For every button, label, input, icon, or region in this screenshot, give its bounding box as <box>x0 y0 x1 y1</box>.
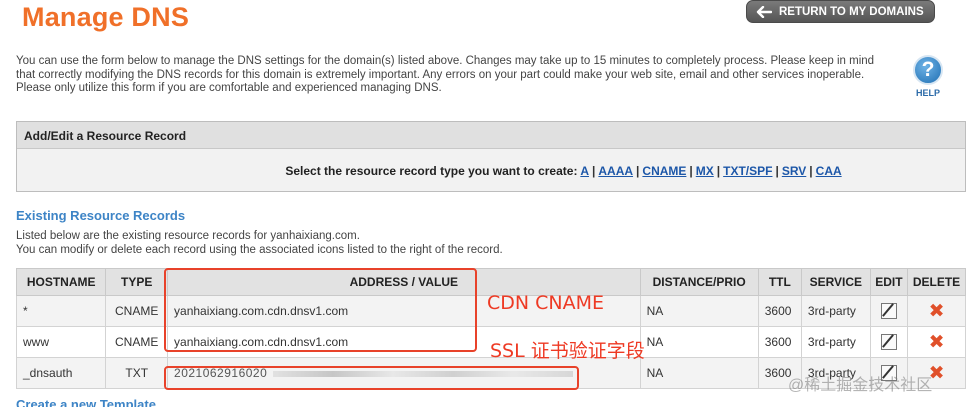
record-type-mx-link[interactable]: MX <box>696 164 714 178</box>
col-distance: DISTANCE/PRIO <box>639 268 759 296</box>
col-type: TYPE <box>105 268 169 296</box>
edit-pencil-icon[interactable] <box>880 334 897 350</box>
help-label: HELP <box>915 88 940 98</box>
record-type-txt-link[interactable]: TXT/SPF <box>723 164 772 178</box>
return-to-domains-button[interactable]: RETURN TO MY DOMAINS <box>746 0 935 23</box>
cell-service: 3rd-party <box>800 326 871 358</box>
existing-line-2: You can modify or delete each record usi… <box>16 244 503 256</box>
delete-cell: ✖ <box>907 326 966 358</box>
existing-line-1: Listed below are the existing resource r… <box>16 230 360 242</box>
watermark: @稀土掘金技术社区 <box>788 377 933 394</box>
annotation-box-cdn <box>164 268 477 352</box>
cell-type: CNAME <box>105 295 169 327</box>
arrow-left-icon <box>756 5 772 18</box>
record-type-prompt: Select the resource record type you want… <box>285 164 578 178</box>
help-button[interactable]: ? HELP <box>909 55 947 98</box>
annotation-box-ssl <box>164 366 579 390</box>
add-record-panel: Add/Edit a Resource Record Select the re… <box>16 121 966 192</box>
delete-x-icon[interactable]: ✖ <box>929 301 945 322</box>
page-title: Manage DNS <box>22 2 190 32</box>
record-type-selector: Select the resource record type you want… <box>285 164 842 178</box>
edit-cell <box>869 326 909 358</box>
record-type-a-link[interactable]: A <box>580 164 589 178</box>
record-type-caa-link[interactable]: CAA <box>816 164 842 178</box>
cell-type: TXT <box>105 357 169 389</box>
add-record-heading: Add/Edit a Resource Record <box>17 122 965 149</box>
create-template-title: Create a new Template <box>16 399 156 407</box>
record-type-cname-link[interactable]: CNAME <box>642 164 686 178</box>
cell-type: CNAME <box>105 326 169 358</box>
cell-ttl: 3600 <box>757 295 802 327</box>
annotation-cdn-cname: CDN CNAME <box>487 292 605 314</box>
col-hostname: HOSTNAME <box>15 268 107 296</box>
col-ttl: TTL <box>757 268 802 296</box>
cell-hostname: www <box>15 326 107 358</box>
col-edit: EDIT <box>869 268 909 296</box>
cell-service: 3rd-party <box>800 295 871 327</box>
cell-ttl: 3600 <box>757 326 802 358</box>
cell-prio: NA <box>639 326 759 358</box>
col-delete: DELETE <box>907 268 966 296</box>
annotation-ssl-field: SSL 证书验证字段 <box>490 340 645 362</box>
edit-cell <box>869 295 909 327</box>
cell-prio: NA <box>639 295 759 327</box>
record-type-srv-link[interactable]: SRV <box>782 164 806 178</box>
cell-hostname: * <box>15 295 107 327</box>
col-service: SERVICE <box>800 268 871 296</box>
question-mark-icon: ? <box>913 55 943 85</box>
cell-hostname: _dnsauth <box>15 357 107 389</box>
return-button-label: RETURN TO MY DOMAINS <box>779 5 924 18</box>
existing-records-description: Listed below are the existing resource r… <box>16 229 503 257</box>
delete-x-icon[interactable]: ✖ <box>929 332 945 353</box>
intro-text: You can use the form below to manage the… <box>16 55 875 94</box>
existing-records-title: Existing Resource Records <box>16 208 186 223</box>
edit-pencil-icon[interactable] <box>880 303 897 319</box>
record-type-aaaa-link[interactable]: AAAA <box>598 164 633 178</box>
cell-prio: NA <box>639 357 759 389</box>
delete-cell: ✖ <box>907 295 966 327</box>
